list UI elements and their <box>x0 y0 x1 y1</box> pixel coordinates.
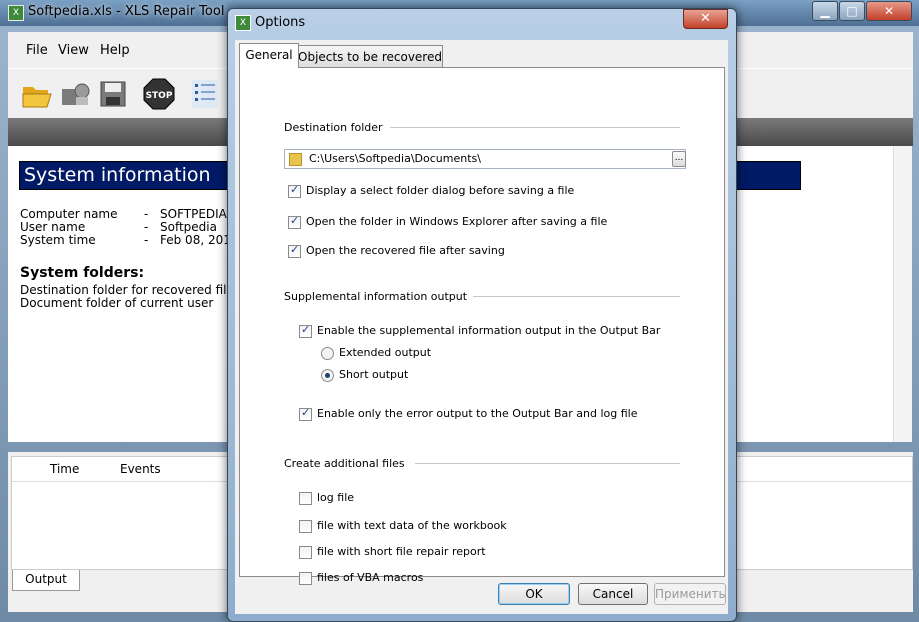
maximize-button[interactable]: □ <box>839 1 865 21</box>
group-divider <box>390 127 680 128</box>
save-icon[interactable] <box>96 77 130 111</box>
dialog-close-button[interactable]: ✕ <box>683 9 728 29</box>
tab-objects-to-be-recovered[interactable]: Objects to be recovered <box>297 45 443 68</box>
browse-button[interactable]: ... <box>672 151 686 167</box>
system-folders-title: System folders: <box>20 265 145 281</box>
menu-help[interactable]: Help <box>100 43 130 58</box>
output-tab[interactable]: Output <box>12 570 80 591</box>
checkbox-label: Open the recovered file after saving <box>306 244 505 257</box>
dialog-app-icon: X <box>235 15 251 31</box>
checkbox[interactable] <box>299 406 312 421</box>
checkbox-label: Open the folder in Windows Explorer afte… <box>306 215 608 228</box>
destination-folder-field[interactable]: C:\Users\Softpedia\Documents\ ... <box>284 149 686 169</box>
group-divider <box>415 463 680 464</box>
radio-button[interactable] <box>321 369 334 382</box>
system-info-title: System information <box>24 164 211 186</box>
list-view-icon[interactable] <box>188 77 222 111</box>
info-key-time: System time <box>20 233 96 247</box>
destination-path: C:\Users\Softpedia\Documents\ <box>309 152 481 165</box>
checkbox-label: Enable only the error output to the Outp… <box>317 407 638 420</box>
radio-button[interactable] <box>321 347 334 360</box>
info-key-computer: Computer name <box>20 207 118 221</box>
app-icon: X <box>8 5 24 21</box>
repair-tools-icon[interactable] <box>58 77 92 111</box>
checkbox[interactable] <box>288 243 301 258</box>
checkbox[interactable] <box>288 183 301 198</box>
checkbox-label: Enable the supplemental information outp… <box>317 324 661 337</box>
checkbox-label: file with short file repair report <box>317 545 486 558</box>
folder-destination-label: Destination folder for recovered file <box>20 283 234 297</box>
destination-folder-group-label: Destination folder <box>284 121 389 134</box>
info-value-time: Feb 08, 201 <box>160 233 231 247</box>
info-key-user: User name <box>20 220 86 234</box>
radio-label: Extended output <box>339 346 432 359</box>
checkbox-label: file with text data of the workbook <box>317 519 507 532</box>
column-events[interactable]: Events <box>120 462 161 476</box>
column-time[interactable]: Time <box>50 462 79 476</box>
minimize-button[interactable]: ▁ <box>812 1 838 21</box>
checkbox[interactable] <box>299 520 312 533</box>
apply-button[interactable]: Применить <box>654 583 726 605</box>
folder-document-label: Document folder of current user <box>20 296 214 310</box>
menu-view[interactable]: View <box>58 43 89 58</box>
checkbox[interactable] <box>299 492 312 505</box>
checkbox[interactable] <box>299 572 312 585</box>
close-button[interactable]: ✕ <box>866 1 912 21</box>
options-dialog: X Options ✕ General Objects to be recove… <box>227 8 737 622</box>
info-sep: - <box>144 207 149 221</box>
checkbox[interactable] <box>299 546 312 559</box>
svg-text:STOP: STOP <box>146 91 173 101</box>
checkbox-label: files of VBA macros <box>317 571 424 584</box>
main-window-title: Softpedia.xls - XLS Repair Tool <box>28 4 225 19</box>
vertical-scrollbar[interactable] <box>893 146 912 442</box>
info-value-user: Softpedia <box>160 220 217 234</box>
radio-label: Short output <box>339 368 409 381</box>
checkbox[interactable] <box>288 214 301 229</box>
cancel-button[interactable]: Cancel <box>578 583 648 605</box>
dialog-body: General Objects to be recovered Destinat… <box>235 40 728 614</box>
folder-icon <box>289 153 302 166</box>
info-sep: - <box>144 220 149 234</box>
open-folder-icon[interactable] <box>20 77 54 111</box>
info-sep: - <box>144 233 149 247</box>
stop-icon[interactable]: STOP <box>142 77 176 111</box>
checkbox-label: log file <box>317 491 355 504</box>
group-divider <box>466 296 680 297</box>
dialog-title: Options <box>255 15 306 30</box>
ok-button[interactable]: OK <box>498 583 570 605</box>
menu-file[interactable]: File <box>26 43 48 58</box>
checkbox-label: Display a select folder dialog before sa… <box>306 184 575 197</box>
supplemental-output-group-label: Supplemental information output <box>284 290 474 303</box>
checkbox[interactable] <box>299 323 312 338</box>
info-value-computer: SOFTPEDIA <box>160 207 227 221</box>
tab-general[interactable]: General <box>239 43 299 68</box>
general-tab-page: Destination folder C:\Users\Softpedia\Do… <box>239 67 725 585</box>
additional-files-group-label: Create additional files <box>284 457 411 470</box>
